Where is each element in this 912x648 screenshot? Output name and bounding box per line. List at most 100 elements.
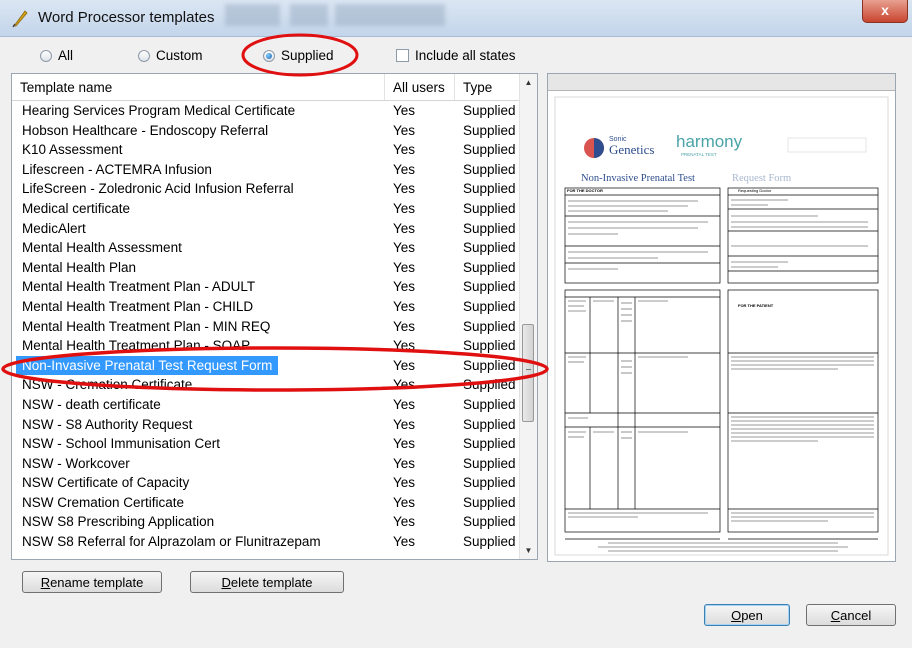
- type-cell: Supplied: [463, 436, 516, 452]
- all-users-cell: Yes: [393, 279, 416, 295]
- template-name-cell: NSW - death certificate: [22, 396, 161, 412]
- all-users-cell: Yes: [393, 259, 416, 275]
- type-cell: Supplied: [463, 534, 516, 550]
- template-name-cell: Mental Health Treatment Plan - SOAP: [22, 338, 251, 354]
- table-row[interactable]: NSW - School Immunisation Cert Yes Supplie…: [12, 434, 519, 454]
- template-list[interactable]: Template name All users Type Hearing Ser…: [11, 73, 538, 560]
- table-row[interactable]: MedicAlert Yes Supplied: [12, 219, 519, 239]
- template-name-cell: Mental Health Assessment: [22, 240, 182, 256]
- table-row[interactable]: NSW - Cremation Certificate Yes Supplied: [12, 375, 519, 395]
- table-row[interactable]: Mental Health Treatment Plan - CHILD Yes S…: [12, 297, 519, 317]
- table-row[interactable]: NSW S8 Prescribing Application Yes Supplie…: [12, 512, 519, 532]
- type-cell: Supplied: [463, 122, 516, 138]
- table-row[interactable]: NSW - death certificate Yes Supplied: [12, 395, 519, 415]
- list-vertical-scrollbar[interactable]: ▲ ▼: [519, 74, 537, 559]
- table-row[interactable]: NSW Certificate of Capacity Yes Supplied: [12, 473, 519, 493]
- table-row[interactable]: Hobson Healthcare - Endoscopy Referral Ye…: [12, 121, 519, 141]
- all-users-cell: Yes: [393, 200, 416, 216]
- title-bar-blurred-region: [335, 4, 445, 26]
- type-cell: Supplied: [463, 377, 516, 393]
- table-row[interactable]: Mental Health Treatment Plan - ADULT Yes S…: [12, 277, 519, 297]
- template-name-cell: Mental Health Plan: [22, 259, 137, 275]
- table-row[interactable]: Mental Health Treatment Plan - MIN REQ Ye…: [12, 317, 519, 337]
- column-header-type[interactable]: Type: [455, 74, 519, 100]
- template-name-cell: Mental Health Treatment Plan - CHILD: [22, 298, 254, 314]
- filter-supplied-label: Supplied: [281, 48, 334, 63]
- template-name-cell: Hobson Healthcare - Endoscopy Referral: [22, 122, 269, 138]
- checkbox-box: [396, 49, 409, 62]
- table-row[interactable]: Mental Health Plan Yes Supplied: [12, 258, 519, 278]
- scroll-down-icon[interactable]: ▼: [520, 542, 537, 559]
- open-label: pen: [741, 608, 763, 623]
- preview-section-referring: Requesting Doctor: [738, 188, 772, 193]
- cancel-button[interactable]: Cancel: [806, 604, 896, 626]
- type-cell: Supplied: [463, 259, 516, 275]
- table-row[interactable]: Hearing Services Program Medical Certifi…: [12, 101, 519, 121]
- table-row[interactable]: NSW - S8 Authority Request Yes Supplied: [12, 415, 519, 435]
- table-row[interactable]: LifeScreen - Zoledronic Acid Infusion Re…: [12, 179, 519, 199]
- table-row[interactable]: Mental Health Treatment Plan - SOAP Yes Su…: [12, 336, 519, 356]
- template-name-cell: Lifescreen - ACTEMRA Infusion: [22, 161, 212, 177]
- table-row[interactable]: Lifescreen - ACTEMRA Infusion Yes Supplied: [12, 160, 519, 180]
- table-row[interactable]: Non-Invasive Prenatal Test Request Form Y…: [12, 355, 519, 376]
- all-users-cell: Yes: [393, 240, 416, 256]
- template-name-cell: Medical certificate: [22, 200, 131, 216]
- table-row[interactable]: NSW - Workcover Yes Supplied: [12, 454, 519, 474]
- table-row[interactable]: K10 Assessment Yes Supplied: [12, 140, 519, 160]
- title-bar-blurred-region: [225, 4, 280, 26]
- all-users-cell: Yes: [393, 318, 416, 334]
- template-name-cell: NSW - Cremation Certificate: [22, 377, 193, 393]
- template-name-cell: NSW Cremation Certificate: [22, 494, 185, 510]
- template-name-cell: NSW - Workcover: [22, 455, 130, 471]
- delete-template-button[interactable]: Delete template: [190, 571, 344, 593]
- type-cell: Supplied: [463, 338, 516, 354]
- column-header-all-users[interactable]: All users: [385, 74, 455, 100]
- filter-all-radio[interactable]: All: [40, 48, 73, 63]
- scroll-up-icon[interactable]: ▲: [520, 74, 537, 91]
- all-users-cell: Yes: [393, 122, 416, 138]
- type-cell: Supplied: [463, 142, 516, 158]
- template-name-cell: NSW S8 Referral for Alprazolam or Flunit…: [22, 534, 321, 550]
- template-name-cell: Hearing Services Program Medical Certifi…: [22, 103, 296, 118]
- filter-supplied-radio[interactable]: Supplied: [263, 48, 334, 63]
- type-cell: Supplied: [463, 514, 516, 530]
- type-cell: Supplied: [463, 318, 516, 334]
- word-processor-templates-dialog: Word Processor templates x All Custom Su…: [0, 0, 912, 648]
- scrollbar-grip: [526, 369, 531, 378]
- table-row[interactable]: Medical certificate Yes Supplied: [12, 199, 519, 219]
- column-header-template-name[interactable]: Template name: [12, 74, 385, 100]
- open-button[interactable]: Open: [704, 604, 790, 626]
- template-name-cell: Mental Health Treatment Plan - MIN REQ: [22, 318, 271, 334]
- radio-indicator-selected: [263, 49, 275, 62]
- form-preview-document: Sonic Genetics harmony PRENATAL TEST Non…: [554, 96, 889, 556]
- template-name-cell: NSW - School Immunisation Cert: [22, 436, 221, 452]
- open-accelerator: O: [731, 608, 742, 623]
- table-row[interactable]: NSW S8 Referral for Alprazolam or Flunit…: [12, 532, 519, 552]
- table-row[interactable]: NSW Cremation Certificate Yes Supplied: [12, 493, 519, 513]
- all-users-cell: Yes: [393, 475, 416, 491]
- type-cell: Supplied: [463, 396, 516, 412]
- filter-all-label: All: [58, 48, 74, 63]
- scrollbar-thumb[interactable]: [522, 324, 534, 422]
- all-users-cell: Yes: [393, 455, 416, 471]
- all-users-cell: Yes: [393, 416, 416, 432]
- list-header: Template name All users Type: [12, 74, 519, 101]
- template-filter-bar: All Custom Supplied Include all states: [0, 40, 540, 70]
- rename-label: ename template: [50, 575, 144, 590]
- type-cell: Supplied: [463, 494, 516, 510]
- table-row[interactable]: Mental Health Assessment Yes Supplied: [12, 238, 519, 258]
- window-title: Word Processor templates: [38, 9, 215, 26]
- template-name-cell: Mental Health Treatment Plan - ADULT: [22, 279, 256, 295]
- list-rows: Hearing Services Program Medical Certifi…: [12, 101, 519, 552]
- all-users-cell: Yes: [393, 142, 416, 158]
- preview-form-title-suffix: Request Form: [732, 173, 791, 184]
- template-name-cell: MedicAlert: [22, 220, 86, 236]
- close-button[interactable]: x: [862, 0, 908, 23]
- type-cell: Supplied: [463, 455, 516, 471]
- rename-template-button[interactable]: Rename template: [22, 571, 162, 593]
- filter-custom-radio[interactable]: Custom: [138, 48, 203, 63]
- all-users-cell: Yes: [393, 436, 416, 452]
- all-users-cell: Yes: [393, 514, 416, 530]
- include-all-states-checkbox[interactable]: Include all states: [396, 48, 516, 63]
- radio-indicator: [40, 49, 52, 62]
